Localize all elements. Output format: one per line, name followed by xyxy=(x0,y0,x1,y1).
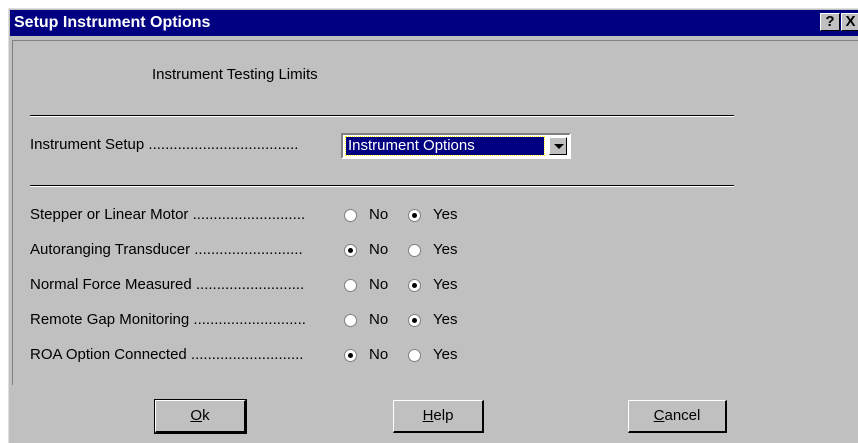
divider-top xyxy=(30,115,734,117)
cancel-mnemonic: C xyxy=(653,407,665,424)
radio-label-roa-yes: Yes xyxy=(433,346,458,363)
radio-remote-gap-yes[interactable] xyxy=(408,314,421,327)
instrument-setup-dropdown[interactable]: Instrument Options xyxy=(341,133,571,159)
radio-label-remote-gap-no: No xyxy=(369,311,389,328)
divider-middle xyxy=(30,185,734,187)
radio-label-stepper-yes: Yes xyxy=(433,206,458,223)
help-mnemonic: H xyxy=(422,407,434,424)
cancel-label-rest: ancel xyxy=(664,407,701,424)
radio-label-autoranging-yes: Yes xyxy=(433,241,458,258)
radio-remote-gap-no[interactable] xyxy=(344,314,357,327)
radio-label-remote-gap-yes: Yes xyxy=(433,311,458,328)
ok-mnemonic: O xyxy=(190,407,203,424)
window-title: Setup Instrument Options xyxy=(14,14,211,31)
help-title-button[interactable]: ? xyxy=(820,13,840,31)
radio-label-stepper-no: No xyxy=(369,206,389,223)
option-label-remote-gap: Remote Gap Monitoring ..................… xyxy=(30,311,306,328)
radio-label-roa-no: No xyxy=(369,346,389,363)
radio-stepper-yes[interactable] xyxy=(408,209,421,222)
option-label-stepper: Stepper or Linear Motor ................… xyxy=(30,206,306,223)
radio-autoranging-no[interactable] xyxy=(344,244,357,257)
option-label-autoranging: Autoranging Transducer .................… xyxy=(30,241,303,258)
option-label-normal-force: Normal Force Measured ..................… xyxy=(30,276,305,293)
option-label-roa: ROA Option Connected ...................… xyxy=(30,346,304,363)
radio-normal-force-no[interactable] xyxy=(344,279,357,292)
section-title: Instrument Testing Limits xyxy=(152,66,318,83)
close-title-button[interactable]: X xyxy=(841,13,858,31)
radio-autoranging-yes[interactable] xyxy=(408,244,421,257)
title-bar[interactable]: Setup Instrument Options ? X xyxy=(10,10,858,36)
ok-button[interactable]: Ok xyxy=(154,399,247,434)
close-icon: X xyxy=(845,13,856,30)
radio-label-autoranging-no: No xyxy=(369,241,389,258)
help-icon: ? xyxy=(825,13,835,30)
instrument-setup-label: Instrument Setup .......................… xyxy=(30,136,299,153)
help-button[interactable]: Help xyxy=(393,400,484,433)
instrument-setup-selected[interactable]: Instrument Options xyxy=(345,136,545,156)
radio-stepper-no[interactable] xyxy=(344,209,357,222)
radio-label-normal-force-yes: Yes xyxy=(433,276,458,293)
radio-roa-yes[interactable] xyxy=(408,349,421,362)
ok-label-rest: k xyxy=(202,407,210,424)
radio-roa-no[interactable] xyxy=(344,349,357,362)
radio-normal-force-yes[interactable] xyxy=(408,279,421,292)
radio-label-normal-force-no: No xyxy=(369,276,389,293)
chevron-down-icon[interactable] xyxy=(549,137,567,155)
help-label-rest: elp xyxy=(433,407,454,424)
cancel-button[interactable]: Cancel xyxy=(628,400,727,433)
